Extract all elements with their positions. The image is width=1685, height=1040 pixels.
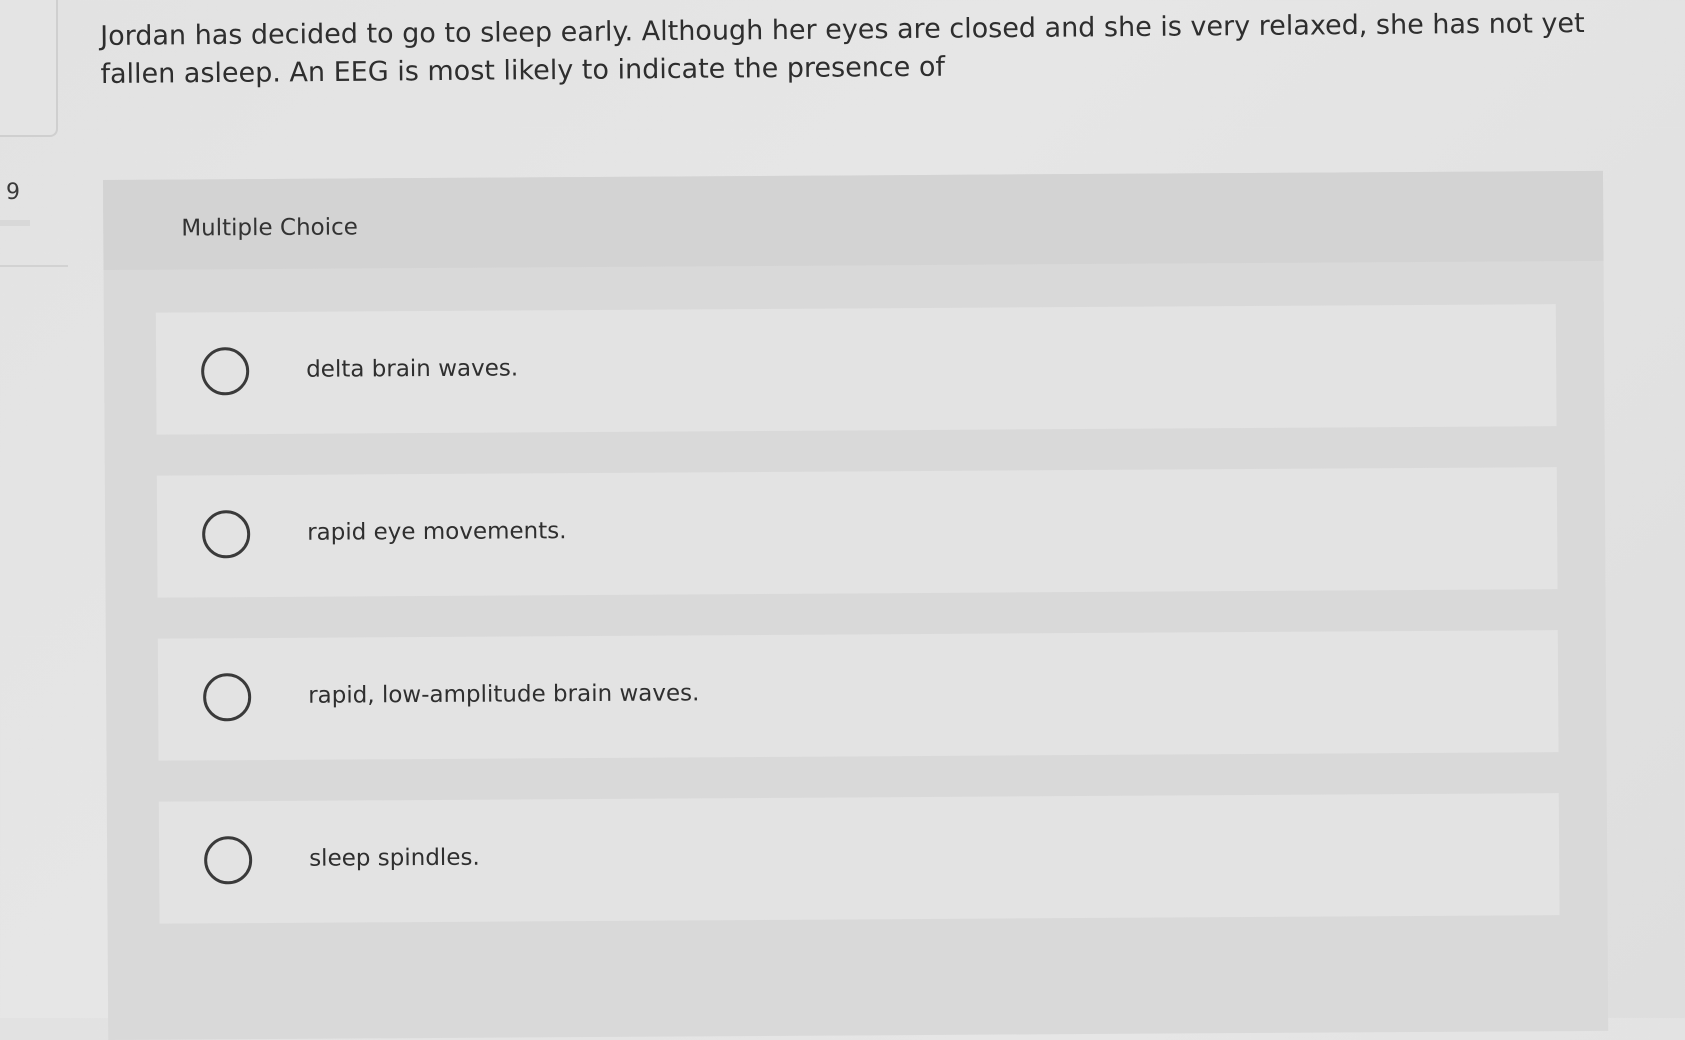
- answer-option-text: rapid, low-amplitude brain waves.: [308, 680, 700, 709]
- panel-header: Multiple Choice: [103, 170, 1604, 270]
- answer-option-text: delta brain waves.: [306, 355, 519, 383]
- radio-button-icon[interactable]: [201, 347, 250, 396]
- question-status-mark: [0, 220, 30, 226]
- answer-option-3[interactable]: rapid, low-amplitude brain waves.: [157, 630, 1559, 761]
- answer-option-4[interactable]: sleep spindles.: [158, 793, 1560, 924]
- answer-option-text: rapid eye movements.: [307, 518, 567, 546]
- question-nav-card[interactable]: [0, 0, 58, 137]
- answer-option-1[interactable]: delta brain waves.: [155, 304, 1557, 435]
- question-prompt: Jordan has decided to go to sleep early.…: [100, 8, 1585, 90]
- radio-button-icon[interactable]: [204, 836, 253, 885]
- answer-option-2[interactable]: rapid eye movements.: [156, 467, 1558, 598]
- multiple-choice-panel: Multiple Choice delta brain waves. rapid…: [103, 170, 1609, 1040]
- answer-option-text: sleep spindles.: [309, 844, 480, 872]
- question-number: 9: [6, 180, 20, 205]
- radio-button-icon[interactable]: [203, 673, 252, 722]
- nav-divider: [0, 265, 68, 267]
- multiple-choice-label: Multiple Choice: [181, 214, 358, 242]
- radio-button-icon[interactable]: [202, 510, 251, 559]
